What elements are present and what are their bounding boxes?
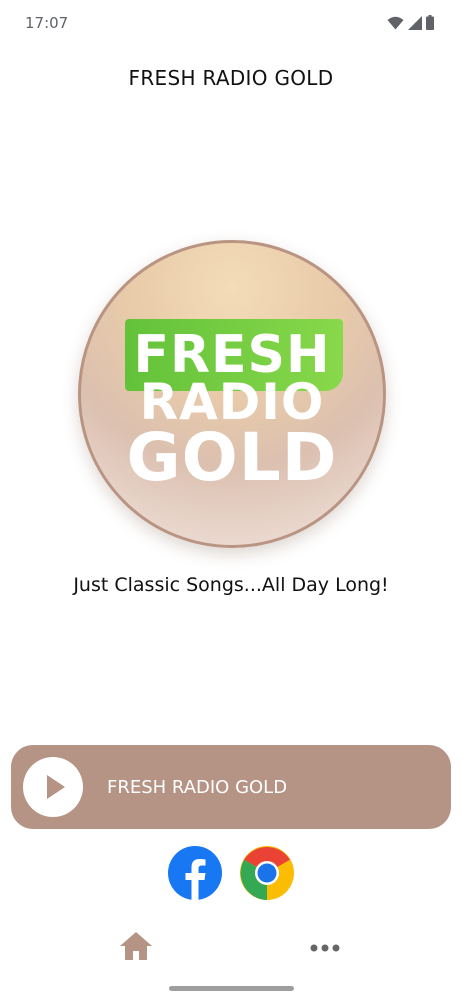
home-icon bbox=[120, 932, 152, 960]
status-icons bbox=[387, 15, 434, 35]
chrome-icon bbox=[240, 846, 294, 900]
play-button[interactable] bbox=[23, 757, 83, 817]
player-bar: FRESH RADIO GOLD bbox=[11, 745, 451, 829]
battery-icon bbox=[426, 15, 434, 35]
signal-icon bbox=[408, 16, 422, 35]
more-icon bbox=[310, 944, 340, 952]
gesture-bar[interactable] bbox=[169, 986, 294, 991]
status-time: 17:07 bbox=[25, 14, 69, 32]
wifi-icon bbox=[387, 16, 404, 35]
facebook-icon bbox=[168, 846, 222, 900]
logo-text-gold: GOLD bbox=[126, 419, 338, 496]
facebook-button[interactable] bbox=[168, 846, 222, 900]
social-links bbox=[168, 846, 294, 900]
player-station-name: FRESH RADIO GOLD bbox=[107, 777, 288, 798]
page-title: FRESH RADIO GOLD bbox=[128, 66, 334, 90]
station-logo: FRESH RADIO GOLD bbox=[78, 240, 386, 548]
station-tagline: Just Classic Songs...All Day Long! bbox=[73, 574, 389, 596]
website-button[interactable] bbox=[240, 846, 294, 900]
nav-home[interactable] bbox=[118, 930, 154, 964]
status-bar: 17:07 bbox=[0, 0, 462, 46]
play-icon bbox=[47, 775, 65, 799]
nav-more[interactable] bbox=[307, 930, 343, 964]
bottom-nav bbox=[0, 920, 462, 980]
